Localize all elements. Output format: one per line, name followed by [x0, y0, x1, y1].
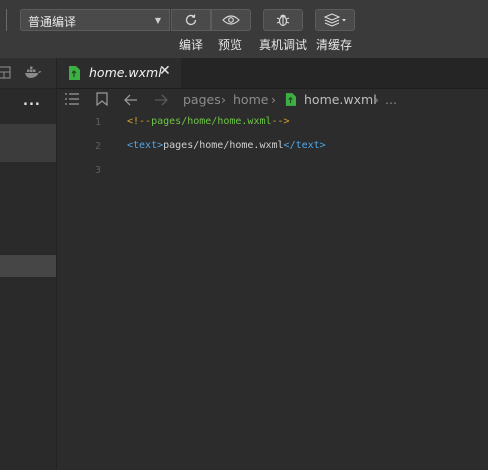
line-number: 1	[94, 117, 101, 128]
tag-content: pages/home/home.wxml	[163, 140, 284, 151]
breadcrumb-separator-icon: ›	[271, 92, 276, 107]
comment-open: <!--	[127, 116, 152, 127]
remote-debug-label: 真机调试	[259, 38, 308, 52]
eye-icon	[222, 15, 240, 25]
line-number: 2	[94, 141, 101, 152]
docker-icon[interactable]	[24, 66, 42, 80]
toolbar-separator	[0, 9, 7, 31]
breadcrumb-separator-icon: ›	[374, 92, 379, 107]
layers-icon	[323, 13, 346, 27]
bug-icon	[276, 14, 290, 27]
breadcrumb-item-file[interactable]: home.wxml	[304, 92, 377, 107]
list-icon[interactable]	[65, 93, 79, 105]
top-toolbar: 普通编译 ▼ 编译 预览 真机调试 清缓存	[0, 0, 488, 58]
breadcrumb: pages › home › home.wxml › ...	[57, 89, 488, 111]
chevron-down-icon: ▼	[154, 16, 161, 25]
tab-title: home.wxml	[89, 65, 162, 80]
breadcrumb-item-home[interactable]: home	[233, 92, 268, 107]
close-tag: </text>	[283, 140, 326, 151]
breadcrumb-separator-icon: ›	[221, 92, 226, 107]
clear-cache-label: 清缓存	[316, 38, 353, 52]
back-arrow-icon[interactable]	[124, 94, 138, 106]
explorer-header	[0, 58, 56, 89]
preview-label: 预览	[218, 38, 243, 52]
compile-mode-select[interactable]: 普通编译 ▼	[20, 9, 170, 31]
explorer-panel: ...	[0, 58, 57, 470]
breadcrumb-item-pages[interactable]: pages	[183, 92, 221, 107]
code-line-1: <!--pages/home/home.wxml-->	[127, 116, 290, 127]
more-options-button[interactable]: ...	[23, 94, 41, 109]
wxml-file-icon	[285, 93, 296, 106]
open-tag: <text>	[127, 140, 164, 151]
comment-close: -->	[271, 116, 290, 127]
close-icon[interactable]: ✕	[159, 63, 171, 79]
explorer-selected-row[interactable]	[0, 124, 56, 162]
preview-button[interactable]	[211, 9, 251, 31]
tab-home-wxml[interactable]: home.wxml ✕	[57, 58, 181, 88]
clear-cache-button[interactable]	[315, 9, 355, 31]
line-number: 3	[94, 165, 101, 176]
breadcrumb-item-more[interactable]: ...	[385, 92, 397, 107]
code-line-2: <text>pages/home/home.wxml</text>	[127, 140, 326, 151]
code-editor[interactable]: 1 2 3 <!--pages/home/home.wxml--> <text>…	[57, 111, 488, 470]
bookmark-icon[interactable]	[96, 92, 108, 106]
layout-icon[interactable]	[0, 66, 12, 80]
forward-arrow-icon[interactable]	[154, 94, 168, 106]
compile-button[interactable]	[171, 9, 211, 31]
wxml-file-icon	[69, 66, 80, 80]
explorer-highlight-row[interactable]	[0, 255, 56, 277]
compile-label: 编译	[179, 38, 204, 52]
editor-tab-bar: home.wxml ✕	[57, 58, 488, 89]
remote-debug-button[interactable]	[263, 9, 303, 31]
comment-text: pages/home/home.wxml	[151, 116, 272, 127]
refresh-icon	[185, 14, 197, 26]
compile-mode-value: 普通编译	[28, 15, 77, 29]
